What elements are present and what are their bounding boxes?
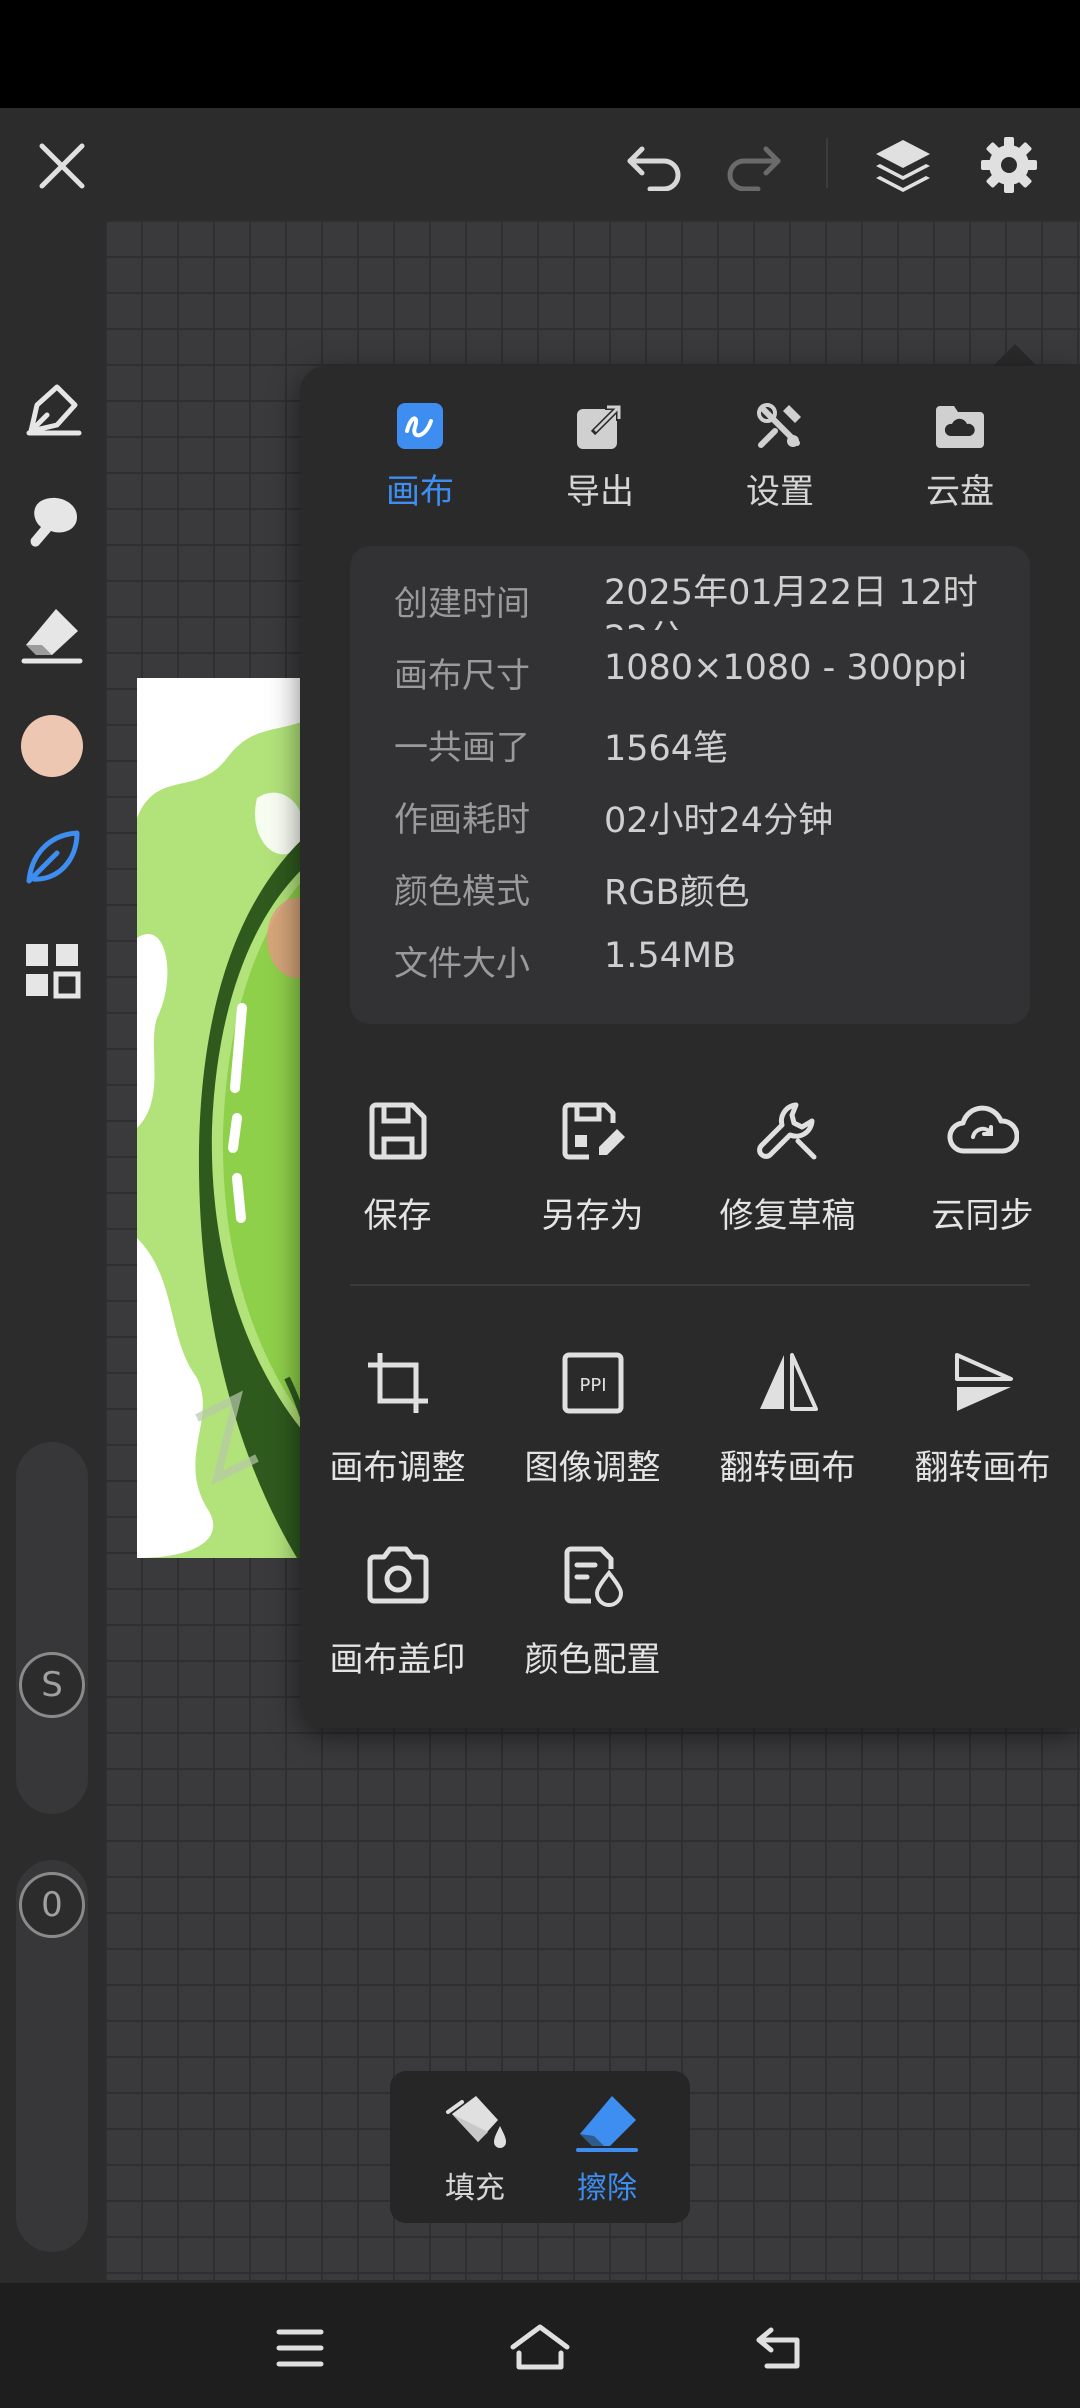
menu-icon[interactable] bbox=[265, 2313, 335, 2383]
cloud-sync-label: 云同步 bbox=[931, 1196, 1034, 1236]
export-icon bbox=[525, 396, 675, 456]
info-row-duration: 作画耗时 02小时24分钟 bbox=[350, 778, 1030, 850]
save-label: 保存 bbox=[363, 1196, 432, 1236]
home-icon[interactable] bbox=[505, 2313, 575, 2383]
redo-icon[interactable] bbox=[718, 136, 788, 196]
info-value: 1564笔 bbox=[604, 729, 729, 769]
opacity-knob[interactable]: 0 bbox=[19, 1872, 85, 1938]
color-profile-icon bbox=[495, 1530, 690, 1620]
flip-horizontal-button[interactable]: 翻转画布 bbox=[690, 1338, 885, 1498]
canvas-icon bbox=[345, 396, 495, 456]
save-icon bbox=[300, 1086, 495, 1176]
info-key: 文件大小 bbox=[394, 944, 530, 984]
save-as-label: 另存为 bbox=[541, 1196, 644, 1236]
toolbar-divider bbox=[826, 138, 828, 188]
image-adjust-label: 图像调整 bbox=[524, 1448, 661, 1488]
tab-canvas[interactable]: 画布 bbox=[345, 396, 495, 526]
tab-export[interactable]: 导出 bbox=[525, 396, 675, 526]
paint-bucket-icon bbox=[410, 2089, 540, 2157]
layers-icon[interactable] bbox=[866, 130, 940, 200]
close-icon[interactable] bbox=[30, 134, 94, 198]
flip-horizontal-label: 翻转画布 bbox=[719, 1448, 856, 1488]
save-button[interactable]: 保存 bbox=[300, 1086, 495, 1246]
drawing-app: S 0 画布 导出 设置 云盘 创建时间 2025年01月22日 12时 画布尺… bbox=[0, 108, 1080, 2283]
info-key: 画布尺寸 bbox=[394, 656, 530, 696]
save-as-icon bbox=[495, 1086, 690, 1176]
ppi-icon: PPI bbox=[495, 1338, 690, 1428]
info-row-file-size: 文件大小 1.54MB bbox=[350, 922, 1030, 994]
crop-icon bbox=[300, 1338, 495, 1428]
info-value: 2025年01月22日 12时22分 bbox=[604, 573, 978, 630]
info-value: 02小时24分钟 bbox=[604, 801, 834, 841]
tab-cloud-drive[interactable]: 云盘 bbox=[885, 396, 1035, 526]
save-as-button[interactable]: 另存为 bbox=[495, 1086, 690, 1246]
tab-settings[interactable]: 设置 bbox=[705, 396, 855, 526]
back-icon[interactable] bbox=[745, 2313, 815, 2383]
flip-vertical-icon bbox=[885, 1338, 1080, 1428]
tab-canvas-label: 画布 bbox=[386, 472, 454, 512]
canvas-info-card: 创建时间 2025年01月22日 12时22分 画布尺寸 1080×1080 -… bbox=[350, 546, 1030, 1024]
fill-button[interactable]: 填充 bbox=[410, 2089, 540, 2209]
artwork-canvas[interactable] bbox=[137, 678, 327, 1558]
brush-size-slider[interactable]: S bbox=[16, 1442, 88, 1814]
undo-icon[interactable] bbox=[620, 136, 690, 196]
eraser-icon bbox=[542, 2089, 672, 2157]
panel-pointer bbox=[993, 344, 1037, 366]
info-key: 颜色模式 bbox=[394, 872, 530, 912]
cloud-sync-icon bbox=[885, 1086, 1080, 1176]
info-key: 作画耗时 bbox=[394, 800, 530, 840]
tab-export-label: 导出 bbox=[566, 472, 634, 512]
cloud-folder-icon bbox=[885, 396, 1035, 456]
info-key: 一共画了 bbox=[394, 728, 530, 768]
fill-erase-toggle: 填充 擦除 bbox=[390, 2071, 690, 2223]
canvas-adjust-button[interactable]: 画布调整 bbox=[300, 1338, 495, 1498]
left-toolbar: S 0 bbox=[0, 220, 105, 2280]
canvas-settings-panel: 画布 导出 设置 云盘 创建时间 2025年01月22日 12时 画布尺寸 10… bbox=[300, 366, 1080, 1728]
status-bar bbox=[0, 0, 1080, 108]
grid-menu-icon[interactable] bbox=[12, 930, 92, 1010]
info-row-size: 画布尺寸 1080×1080 - 300ppi bbox=[350, 634, 1030, 706]
system-navigation-bar bbox=[0, 2283, 1080, 2408]
canvas-adjust-label: 画布调整 bbox=[329, 1448, 466, 1488]
pen-tool-icon[interactable] bbox=[12, 370, 92, 450]
brush-leaf-icon[interactable] bbox=[12, 818, 92, 898]
info-row-created: 创建时间 2025年01月22日 12时22分 bbox=[350, 562, 1030, 634]
info-value: 1.54MB bbox=[604, 936, 737, 976]
info-row-color-mode: 颜色模式 RGB颜色 bbox=[350, 850, 1030, 922]
actions-divider bbox=[350, 1284, 1030, 1286]
cloud-sync-button[interactable]: 云同步 bbox=[885, 1086, 1080, 1246]
settings-tools-icon bbox=[705, 396, 855, 456]
gear-icon[interactable] bbox=[972, 130, 1046, 200]
camera-icon bbox=[300, 1530, 495, 1620]
color-profile-button[interactable]: 颜色配置 bbox=[495, 1530, 690, 1690]
smudge-tool-icon[interactable] bbox=[12, 482, 92, 562]
repair-draft-button[interactable]: 修复草稿 bbox=[690, 1086, 885, 1246]
flip-vertical-button[interactable]: 翻转画布 bbox=[885, 1338, 1080, 1498]
color-swatch[interactable] bbox=[12, 706, 92, 786]
eraser-tool-icon[interactable] bbox=[12, 594, 92, 674]
flip-horizontal-icon bbox=[690, 1338, 885, 1428]
tab-cloud-drive-label: 云盘 bbox=[926, 472, 994, 512]
color-profile-label: 颜色配置 bbox=[524, 1640, 661, 1680]
erase-button[interactable]: 擦除 bbox=[542, 2089, 672, 2209]
svg-text:PPI: PPI bbox=[579, 1375, 606, 1396]
info-key: 创建时间 bbox=[394, 584, 530, 624]
fill-label: 填充 bbox=[445, 2171, 505, 2206]
tab-settings-label: 设置 bbox=[746, 472, 814, 512]
info-value: RGB颜色 bbox=[604, 873, 750, 913]
panel-tabs: 画布 导出 设置 云盘 bbox=[300, 366, 1080, 536]
image-adjust-button[interactable]: PPI 图像调整 bbox=[495, 1338, 690, 1498]
canvas-stamp-button[interactable]: 画布盖印 bbox=[300, 1530, 495, 1690]
canvas-stamp-label: 画布盖印 bbox=[329, 1640, 466, 1680]
repair-draft-label: 修复草稿 bbox=[719, 1196, 856, 1236]
info-value: 1080×1080 - 300ppi bbox=[604, 648, 968, 688]
erase-label: 擦除 bbox=[577, 2171, 637, 2206]
flip-vertical-label: 翻转画布 bbox=[914, 1448, 1051, 1488]
opacity-slider[interactable]: 0 bbox=[16, 1860, 88, 2252]
wrench-icon bbox=[690, 1086, 885, 1176]
size-knob[interactable]: S bbox=[19, 1652, 85, 1718]
info-row-strokes: 一共画了 1564笔 bbox=[350, 706, 1030, 778]
top-toolbar bbox=[0, 108, 1080, 220]
